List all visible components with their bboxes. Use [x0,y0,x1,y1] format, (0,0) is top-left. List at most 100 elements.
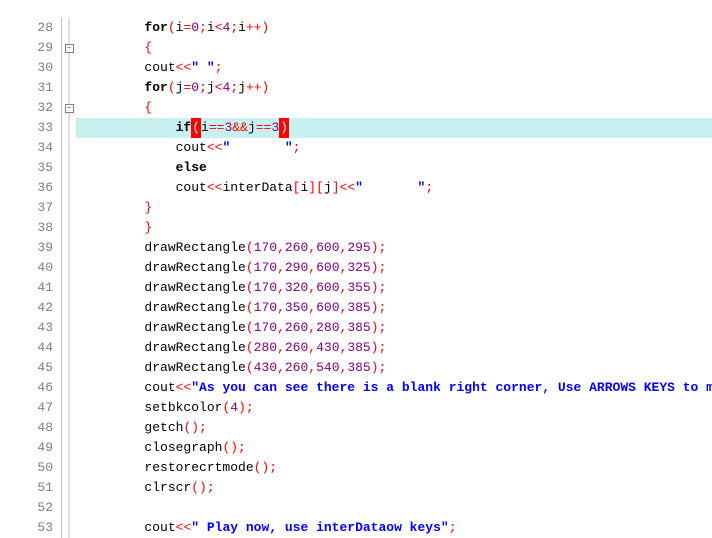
code-line[interactable]: setbkcolor(4); [76,398,712,418]
code-line[interactable]: for(i=0;i<4;i++) [76,18,712,38]
indent [82,38,144,58]
line-number: 36 [22,178,61,198]
code-line[interactable] [76,498,712,518]
fold-cell [62,18,76,38]
token-id: j [207,78,215,98]
fold-toggle-icon[interactable]: − [65,104,74,113]
token-op: ; [449,518,457,538]
code-line[interactable]: { [76,98,712,118]
token-id: j [238,78,246,98]
token-id: drawRectangle [144,258,245,278]
token-num: 385 [347,298,370,318]
fold-cell [62,458,76,478]
token-op: , [340,318,348,338]
code-line[interactable]: getch(); [76,418,712,438]
token-id: j [324,178,332,198]
token-id: setbkcolor [144,398,222,418]
fold-cell [62,198,76,218]
token-num: 280 [316,318,339,338]
token-num: 170 [254,298,277,318]
line-number: 45 [22,358,61,378]
fold-cell [62,178,76,198]
token-op: [ [293,178,301,198]
code-line[interactable]: for(j=0;j<4;j++) [76,78,712,98]
code-editor[interactable]: 2829303132333435363738394041424344454647… [0,0,712,538]
token-num: 350 [285,298,308,318]
code-line[interactable]: } [76,218,712,238]
fold-cell [62,278,76,298]
token-op: , [340,258,348,278]
fold-cell [62,238,76,258]
line-number: 28 [22,18,61,38]
line-number: 52 [22,498,61,518]
token-op: ; [230,78,238,98]
token-op: && [232,118,248,138]
token-op: , [308,298,316,318]
token-num: 4 [223,78,231,98]
code-line[interactable]: drawRectangle(170,320,600,355); [76,278,712,298]
token-num: 600 [316,258,339,278]
indent [82,58,144,78]
code-line[interactable]: } [76,198,712,218]
code-line[interactable]: drawRectangle(170,260,280,385); [76,318,712,338]
indent [82,118,176,138]
token-op: (); [254,458,277,478]
token-id: cout [176,178,207,198]
line-number: 47 [22,398,61,418]
fold-toggle-icon[interactable]: − [65,44,74,53]
fold-cell [62,438,76,458]
token-op: , [340,238,348,258]
code-line[interactable]: drawRectangle(170,260,600,295); [76,238,712,258]
token-op: ; [199,18,207,38]
token-num: 600 [316,278,339,298]
code-line[interactable]: drawRectangle(170,290,600,325); [76,258,712,278]
code-line[interactable]: cout<<interData[i][j]<<" "; [76,178,712,198]
token-kw: else [176,158,207,178]
code-line[interactable]: drawRectangle(430,260,540,385); [76,358,712,378]
indent [82,438,144,458]
indent [82,318,144,338]
token-num: 600 [316,238,339,258]
token-num: 170 [254,238,277,258]
token-op: << [176,518,192,538]
token-num: 260 [285,358,308,378]
token-op: , [308,258,316,278]
code-line[interactable]: drawRectangle(170,350,600,385); [76,298,712,318]
code-area[interactable]: for(i=0;i<4;i++) { cout<<" "; for(j=0;j<… [76,18,712,538]
code-line[interactable]: cout<<" "; [76,58,712,78]
code-line[interactable]: restorecrtmode(); [76,458,712,478]
code-line[interactable]: cout<<" Play now, use interDataow keys"; [76,518,712,538]
token-num: 385 [347,358,370,378]
indent [82,518,144,538]
fold-cell [62,118,76,138]
token-op: == [209,118,225,138]
token-id: cout [144,378,175,398]
code-line[interactable]: cout<<"As you can see there is a blank r… [76,378,712,398]
token-kw: for [144,18,167,38]
line-number: 33 [22,118,61,138]
token-op: < [215,18,223,38]
token-id: drawRectangle [144,358,245,378]
code-line[interactable]: clrscr(); [76,478,712,498]
fold-cell [62,218,76,238]
code-line[interactable]: cout<<" "; [76,138,712,158]
token-id: i [238,18,246,38]
code-line[interactable]: if(i==3&&j==3) [76,118,712,138]
token-op: << [207,178,223,198]
fold-cell [62,258,76,278]
code-line[interactable]: { [76,38,712,58]
fold-cell [62,138,76,158]
token-num: 430 [254,358,277,378]
indent [82,358,144,378]
token-kw: for [144,78,167,98]
token-op: ; [230,18,238,38]
code-line[interactable]: drawRectangle(280,260,430,385); [76,338,712,358]
token-op: ][ [308,178,324,198]
token-id: j [248,118,256,138]
token-op: << [176,378,192,398]
code-line[interactable]: else [76,158,712,178]
code-line[interactable]: closegraph(); [76,438,712,458]
token-op: ( [246,278,254,298]
indent [82,238,144,258]
token-op: (); [191,478,214,498]
